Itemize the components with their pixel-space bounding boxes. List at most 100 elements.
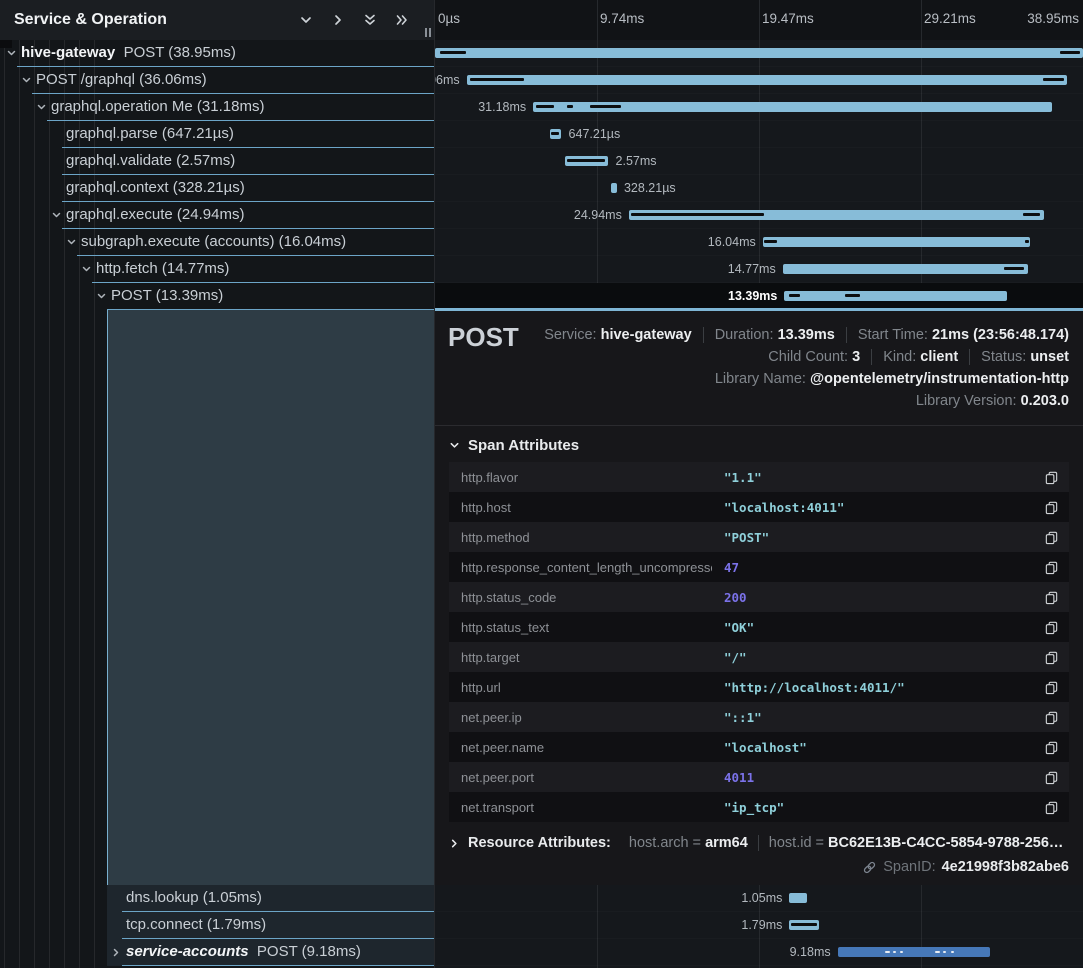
span-bar[interactable]	[435, 48, 1083, 58]
copy-value-button[interactable]	[1042, 738, 1061, 757]
tree-row[interactable]: graphql.execute (24.94ms)	[0, 202, 435, 229]
span-bar[interactable]	[838, 947, 991, 957]
trace-viewer: hive-gateway POST (38.95ms)POST /graphql…	[0, 0, 1083, 968]
tree-row[interactable]: POST (13.39ms)	[0, 283, 435, 310]
tree-row[interactable]: graphql.validate (2.57ms)	[0, 148, 435, 175]
tree-row-label: http.fetch (14.77ms)	[96, 260, 229, 277]
attr-row: http.status_text"OK"	[449, 612, 1069, 642]
span-bar[interactable]	[783, 264, 1029, 274]
timeline-row[interactable]: 1.79ms	[435, 912, 1083, 939]
chevron-right-icon	[111, 947, 122, 958]
tree-row-toggle[interactable]	[81, 264, 92, 275]
timeline-row[interactable]: 9.18ms	[435, 939, 1083, 966]
copy-value-button[interactable]	[1042, 618, 1061, 637]
copy-value-button[interactable]	[1042, 468, 1061, 487]
copy-value-button[interactable]	[1042, 558, 1061, 577]
tree-row-toggle[interactable]	[51, 210, 62, 221]
copy-icon	[1044, 470, 1059, 485]
attr-row: net.transport"ip_tcp"	[449, 792, 1069, 822]
tree-row-toggle[interactable]	[96, 291, 107, 302]
timeline-row[interactable]: 1.05ms	[435, 885, 1083, 912]
copy-value-button[interactable]	[1042, 798, 1061, 817]
tree-row-toggle[interactable]	[36, 102, 47, 113]
tree-row-toggle[interactable]	[111, 947, 122, 958]
tree-row[interactable]: dns.lookup (1.05ms)	[0, 885, 435, 912]
timeline-row[interactable]: 24.94ms	[435, 202, 1083, 229]
service-operation-header: Service & Operation	[0, 0, 435, 40]
attr-value: 4011	[724, 770, 1042, 785]
tree-row[interactable]: graphql.parse (647.21µs)	[0, 121, 435, 148]
tree-row[interactable]: hive-gateway POST (38.95ms)	[0, 40, 435, 67]
tree-row[interactable]: graphql.operation Me (31.18ms)	[0, 94, 435, 121]
attr-key: http.status_text	[461, 620, 712, 635]
detail-meta-item: Library Version: 0.203.0	[905, 393, 1069, 409]
attr-value: "/"	[724, 650, 1042, 665]
tree-row-toggle[interactable]	[6, 48, 17, 59]
collapse-all-icon[interactable]	[361, 11, 379, 29]
tree-row-label: graphql.context (328.21µs)	[66, 179, 245, 196]
tree-row-toggle[interactable]	[66, 237, 77, 248]
tree-row-label: graphql.validate (2.57ms)	[66, 152, 235, 169]
copy-value-button[interactable]	[1042, 588, 1061, 607]
tree-row[interactable]: subgraph.execute (accounts) (16.04ms)	[0, 229, 435, 256]
span-attributes-header[interactable]: Span Attributes	[435, 426, 1083, 462]
detail-meta-item: Library Name: @opentelemetry/instrumenta…	[704, 371, 1069, 387]
chevron-down-icon	[66, 237, 77, 248]
span-bar[interactable]	[789, 920, 819, 930]
panel-title: Service & Operation	[14, 11, 297, 29]
timeline-row[interactable]: 328.21µs	[435, 175, 1083, 202]
span-bar[interactable]	[550, 129, 561, 139]
attr-row: net.peer.ip"::1"	[449, 702, 1069, 732]
timeline-row[interactable]: 14.77ms	[435, 256, 1083, 283]
resource-attributes-row[interactable]: Resource Attributes: host.arch = arm64ho…	[449, 835, 1069, 851]
span-duration-label: 24.94ms	[574, 208, 629, 222]
attr-key: net.peer.ip	[461, 710, 712, 725]
expand-one-icon[interactable]	[329, 11, 347, 29]
resource-attr-pair: host.arch = arm64	[619, 835, 748, 851]
span-bar[interactable]	[467, 75, 1067, 85]
span-detail-panel: POST Service: hive-gatewayDuration: 13.3…	[435, 308, 1083, 885]
tree-row[interactable]: graphql.context (328.21µs)	[0, 175, 435, 202]
timeline-row[interactable]: 647.21µs	[435, 121, 1083, 148]
tree-row-label: graphql.execute (24.94ms)	[66, 206, 244, 223]
span-duration-label: 16.04ms	[708, 235, 763, 249]
resource-attributes-pairs: host.arch = arm64host.id = BC62E13B-C4CC…	[619, 835, 1064, 851]
span-bar[interactable]	[784, 291, 1007, 301]
timeline-row[interactable]: 38.95ms	[435, 40, 1083, 67]
span-duration-label: 2.57ms	[608, 154, 657, 168]
copy-value-button[interactable]	[1042, 678, 1061, 697]
tree-row[interactable]: service-accounts POST (9.18ms)	[0, 939, 435, 966]
tree-row[interactable]: http.fetch (14.77ms)	[0, 256, 435, 283]
copy-value-button[interactable]	[1042, 768, 1061, 787]
timeline-row[interactable]: 2.57ms	[435, 148, 1083, 175]
span-bar[interactable]	[763, 237, 1030, 247]
tree-row[interactable]: POST /graphql (36.06ms)	[0, 67, 435, 94]
copy-value-button[interactable]	[1042, 498, 1061, 517]
panel-resize-handle[interactable]	[425, 28, 431, 37]
span-bar[interactable]	[629, 210, 1044, 220]
timeline-row[interactable]: 16.04ms	[435, 229, 1083, 256]
expand-all-icon[interactable]	[393, 11, 411, 29]
copy-value-button[interactable]	[1042, 708, 1061, 727]
collapse-one-icon[interactable]	[297, 11, 315, 29]
span-duration-label: 14.77ms	[728, 262, 783, 276]
link-icon[interactable]	[862, 860, 877, 875]
copy-value-button[interactable]	[1042, 528, 1061, 547]
attr-row: http.url"http://localhost:4011/"	[449, 672, 1069, 702]
detail-meta-line: Library Version: 0.203.0	[905, 390, 1069, 412]
detail-meta-item: Status: unset	[969, 349, 1069, 365]
attr-value: "localhost:4011"	[724, 500, 1042, 515]
timeline-row[interactable]: 36.06ms	[435, 67, 1083, 94]
copy-value-button[interactable]	[1042, 648, 1061, 667]
timeline-row[interactable]: 31.18ms	[435, 94, 1083, 121]
span-bar[interactable]	[789, 893, 806, 903]
tree-row[interactable]: tcp.connect (1.79ms)	[0, 912, 435, 939]
attr-key: http.host	[461, 500, 712, 515]
tree-row-toggle[interactable]	[21, 75, 32, 86]
copy-icon	[1044, 560, 1059, 575]
copy-icon	[1044, 680, 1059, 695]
timeline-row[interactable]: 13.39ms	[435, 283, 1083, 310]
span-bar[interactable]	[565, 156, 608, 166]
span-bar[interactable]	[533, 102, 1052, 112]
copy-icon	[1044, 590, 1059, 605]
